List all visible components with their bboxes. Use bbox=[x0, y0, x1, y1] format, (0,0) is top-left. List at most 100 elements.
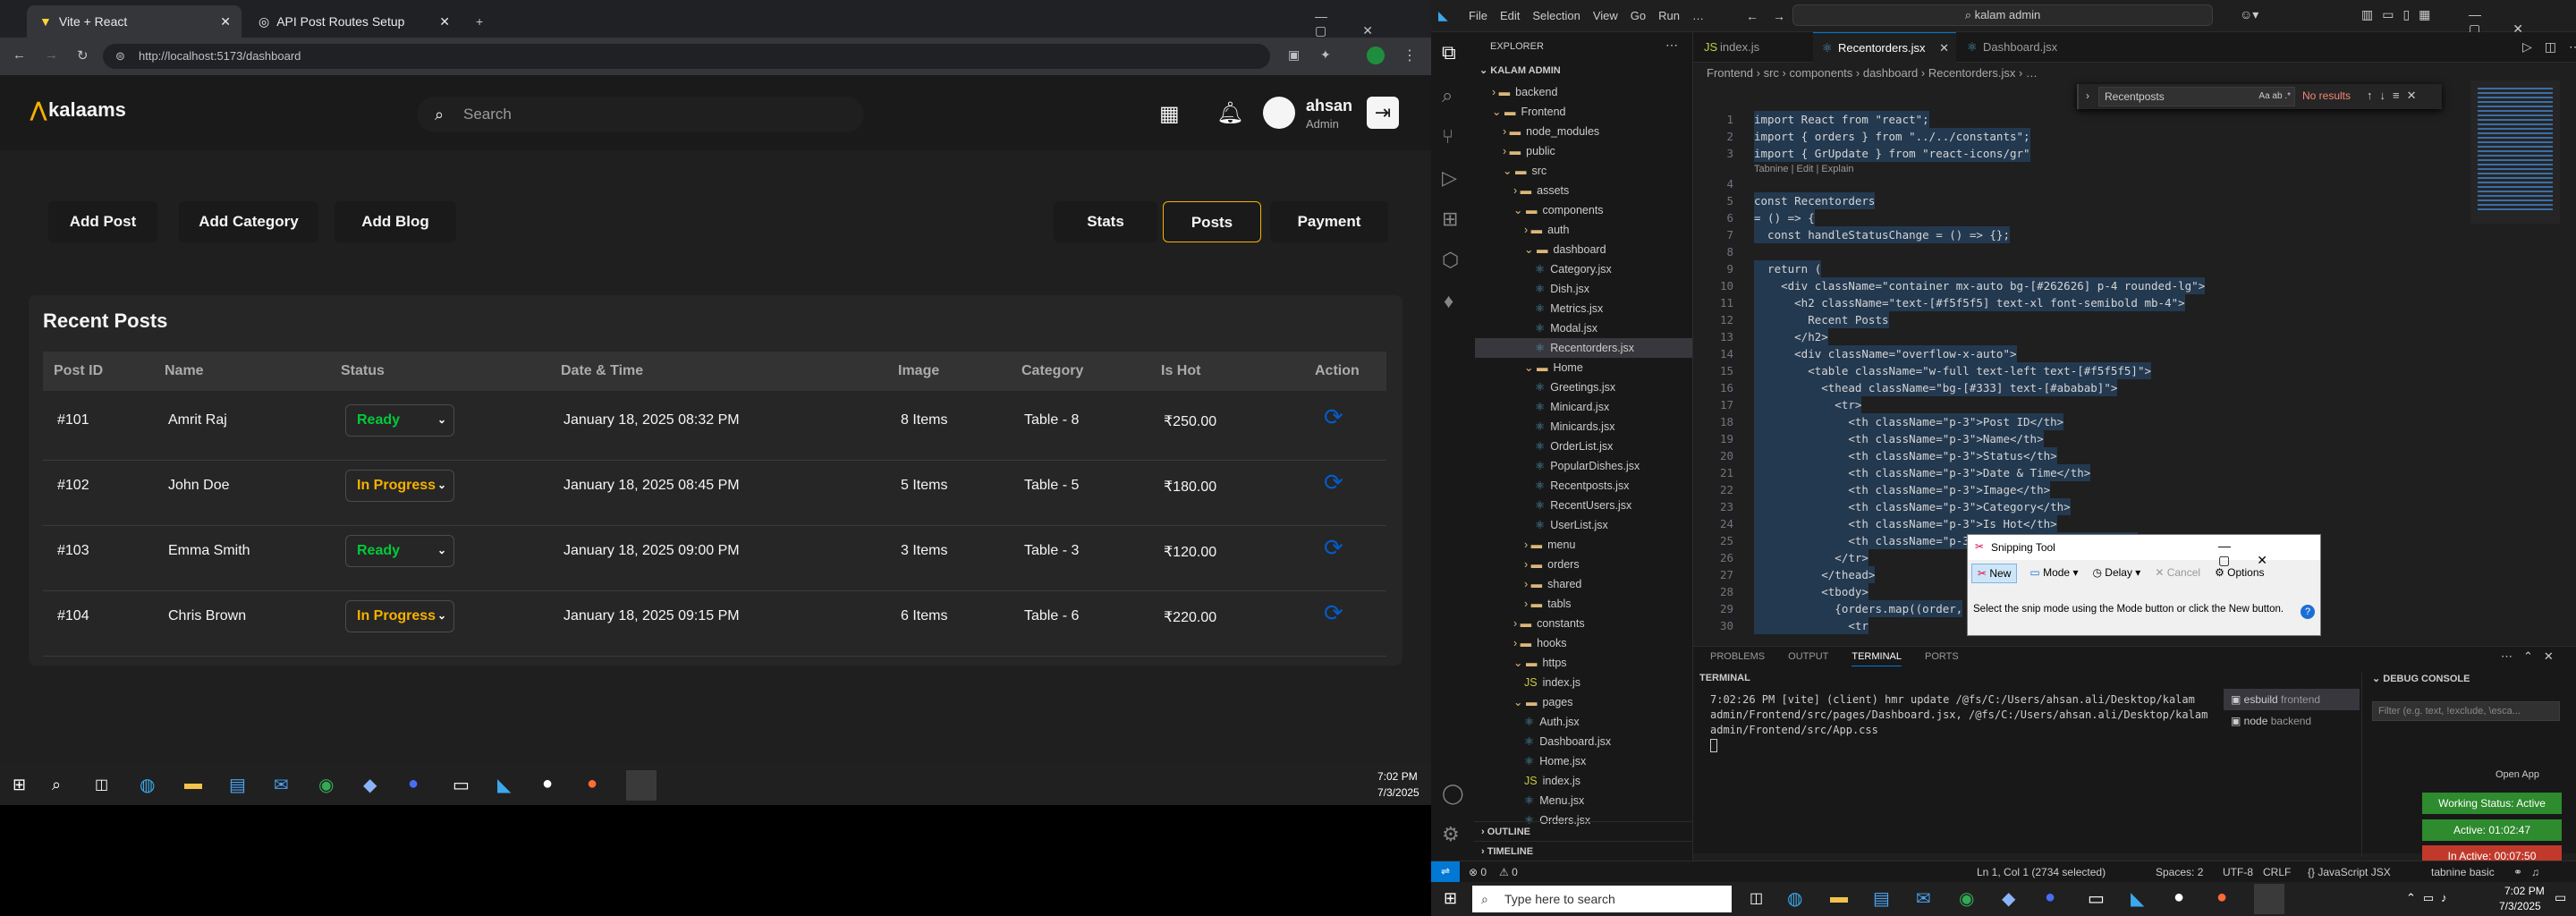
refresh-icon[interactable]: ⟳ bbox=[1324, 534, 1343, 562]
status-select[interactable]: In Progress ⌄ bbox=[345, 600, 454, 632]
zoom-icon[interactable]: ● bbox=[2045, 887, 2055, 908]
tree-file[interactable]: ⚛ Menu.jsx bbox=[1524, 791, 1584, 810]
tree-file[interactable]: ⚛ Modal.jsx bbox=[1535, 318, 1597, 338]
chrome-icon[interactable]: ◉ bbox=[318, 774, 334, 796]
refresh-icon[interactable]: ⟳ bbox=[1324, 403, 1343, 431]
vscode-icon[interactable]: ◣ bbox=[2131, 887, 2144, 910]
tree-file[interactable]: ⚛ Category.jsx bbox=[1535, 259, 1612, 279]
mail-icon[interactable]: ✉ bbox=[274, 774, 289, 796]
panel-tab[interactable]: PORTS bbox=[1925, 651, 1959, 666]
code-line[interactable]: <th className="p-3">Status</th> bbox=[1754, 447, 2057, 464]
tree-folder[interactable]: › ▬ shared bbox=[1524, 574, 1581, 594]
tree-file[interactable]: JS index.js bbox=[1524, 771, 1580, 791]
terminal-instance-esbuild[interactable]: ▣ esbuild frontend bbox=[2224, 689, 2360, 710]
back-icon[interactable]: ← bbox=[13, 47, 26, 63]
remote-indicator-icon[interactable]: ⇌ bbox=[1431, 861, 1460, 882]
snip-mode-button[interactable]: ▭ Mode ▾ bbox=[2028, 564, 2080, 583]
code-line[interactable]: <th className="p-3">Name</th> bbox=[1754, 430, 2044, 447]
line-ending[interactable]: CRLF bbox=[2263, 866, 2291, 878]
minimap[interactable] bbox=[2470, 81, 2560, 224]
status-icons[interactable]: ⚭♫ bbox=[2513, 866, 2548, 878]
store-icon[interactable]: ▤ bbox=[1873, 887, 1890, 910]
cursor-position[interactable]: Ln 1, Col 1 (2734 selected) bbox=[1977, 866, 2106, 878]
tree-file[interactable]: ⚛ Greetings.jsx bbox=[1535, 377, 1615, 397]
copilot-icon[interactable]: ☺▾ bbox=[2240, 7, 2258, 22]
chrome-icon[interactable]: ◉ bbox=[1959, 887, 1974, 910]
code-line[interactable]: Recent Posts bbox=[1754, 311, 1889, 328]
code-line[interactable]: {orders.map((order, bbox=[1754, 600, 1963, 617]
tree-file[interactable]: ⚛ Recentposts.jsx bbox=[1535, 476, 1629, 496]
run-debug-icon[interactable]: ▷ bbox=[1442, 166, 1457, 190]
address-bar[interactable]: ⊜ http://localhost:5173/dashboard bbox=[103, 44, 1270, 69]
github-icon[interactable]: ● bbox=[542, 774, 553, 794]
code-line[interactable]: </tr> bbox=[1754, 549, 1868, 566]
tray-icons[interactable]: ⌃▭♪ bbox=[2406, 891, 2454, 905]
panel-tab[interactable]: PROBLEMS bbox=[1710, 651, 1765, 666]
tree-folder[interactable]: › ▬ backend bbox=[1492, 82, 1557, 102]
user-avatar-icon[interactable] bbox=[1263, 97, 1295, 129]
terminal-icon[interactable]: ▭ bbox=[2088, 887, 2105, 910]
code-line[interactable]: <div className="container mx-auto bg-[#2… bbox=[1754, 277, 2206, 294]
brand-logo[interactable]: ⋀kalaams bbox=[30, 98, 126, 122]
tree-file[interactable]: ⚛ Auth.jsx bbox=[1524, 712, 1580, 732]
tree-file[interactable]: JS index.js bbox=[1524, 673, 1580, 692]
codelens[interactable]: Tabnine | Edit | Explain bbox=[1754, 164, 1854, 174]
tree-file[interactable]: ⚛ Dish.jsx bbox=[1535, 279, 1589, 299]
tree-folder[interactable]: › ▬ tabls bbox=[1524, 594, 1572, 614]
editor-tab-index[interactable]: JS index.js bbox=[1695, 32, 1811, 63]
forward-icon[interactable]: → bbox=[45, 47, 58, 63]
code-line[interactable]: return ( bbox=[1754, 260, 1822, 277]
search-input[interactable]: ⌕ Search bbox=[417, 97, 864, 132]
code-line[interactable]: import { orders } from "../../constants"… bbox=[1754, 128, 2030, 145]
workspace-header[interactable]: ⌄ KALAM ADMIN bbox=[1479, 64, 1561, 76]
indentation[interactable]: Spaces: 2 bbox=[2156, 866, 2203, 878]
add-category-button[interactable]: Add Category bbox=[179, 201, 318, 242]
tree-folder[interactable]: ⌄ ▬ Home bbox=[1524, 358, 1583, 377]
explorer-icon[interactable]: ⧉ bbox=[1442, 41, 1456, 64]
code-line[interactable]: <th className="p-3">Date & Time</th> bbox=[1754, 464, 2091, 481]
add-blog-button[interactable]: Add Blog bbox=[335, 201, 456, 242]
tree-file[interactable]: ⚛ Metrics.jsx bbox=[1535, 299, 1603, 318]
status-select[interactable]: Ready ⌄ bbox=[345, 535, 454, 567]
tab-payment[interactable]: Payment bbox=[1270, 201, 1388, 242]
vscode-icon[interactable]: ◣ bbox=[497, 774, 511, 796]
debug-console-header[interactable]: ⌄ DEBUG CONSOLE bbox=[2372, 673, 2470, 684]
profile-avatar[interactable] bbox=[1367, 47, 1385, 64]
edge-icon[interactable]: ◍ bbox=[140, 774, 155, 796]
terminal-output[interactable]: 7:02:26 PM [vite] (client) hmr update /@… bbox=[1710, 692, 2211, 738]
tree-folder[interactable]: ⌄ ▬ Frontend bbox=[1492, 102, 1565, 122]
snip-options-button[interactable]: ⚙ Options bbox=[2213, 564, 2266, 583]
tree-file[interactable]: ⚛ Minicards.jsx bbox=[1535, 417, 1614, 437]
file-explorer-icon[interactable]: ▬ bbox=[184, 774, 202, 794]
tabnine-icon[interactable]: ♦ bbox=[1444, 290, 1453, 313]
tree-file[interactable]: ⚛ Home.jsx bbox=[1524, 751, 1586, 771]
extension-icon[interactable]: ▣ bbox=[1288, 47, 1300, 63]
browser-tab-vite[interactable]: ▼ Vite + React ✕ bbox=[27, 5, 242, 38]
tree-folder[interactable]: › ▬ node_modules bbox=[1503, 122, 1599, 141]
remote-icon[interactable]: ⬡ bbox=[1442, 249, 1459, 272]
status-select[interactable]: Ready ⌄ bbox=[345, 404, 454, 437]
account-icon[interactable]: ◯ bbox=[1442, 782, 1464, 805]
command-center[interactable]: ⌕ kalam admin bbox=[1792, 4, 2213, 26]
breadcrumb[interactable]: Frontend › src › components › dashboard … bbox=[1707, 66, 2038, 80]
status-select[interactable]: In Progress ⌄ bbox=[345, 470, 454, 502]
help-icon[interactable]: ? bbox=[2301, 605, 2315, 619]
tree-file[interactable]: ⚛ Recentorders.jsx bbox=[1475, 338, 1692, 358]
github-icon[interactable]: ● bbox=[2174, 887, 2184, 908]
code-line[interactable]: <tr> bbox=[1754, 396, 1862, 413]
find-options-icons[interactable]: Aa ab .* bbox=[2258, 88, 2291, 106]
tree-file[interactable]: ⚛ PopularDishes.jsx bbox=[1535, 456, 1640, 476]
extensions-icon[interactable]: ⊞ bbox=[1442, 208, 1458, 231]
code-line[interactable]: <th className="p-3">Category</th> bbox=[1754, 498, 2071, 515]
windows-start-icon[interactable]: ⊞ bbox=[1444, 889, 1457, 908]
code-line[interactable]: <h2 className="text-[#f5f5f5] text-xl fo… bbox=[1754, 294, 2185, 311]
taskbar-search-box[interactable]: ⌕ Type here to search bbox=[1472, 886, 1732, 912]
edge-icon[interactable]: ◍ bbox=[1787, 887, 1802, 910]
zoom-icon[interactable]: ● bbox=[408, 774, 419, 794]
code-line[interactable]: <th className="p-3">Post ID</th> bbox=[1754, 413, 2064, 430]
panel-tab[interactable]: OUTPUT bbox=[1788, 651, 1828, 666]
snipping-tool-icon[interactable] bbox=[626, 770, 657, 801]
menu-item[interactable]: View bbox=[1593, 9, 1618, 22]
code-line[interactable]: <table className="w-full text-left text-… bbox=[1754, 362, 2152, 379]
notification-bell-icon[interactable]: 🔔︎ bbox=[1216, 100, 1243, 126]
